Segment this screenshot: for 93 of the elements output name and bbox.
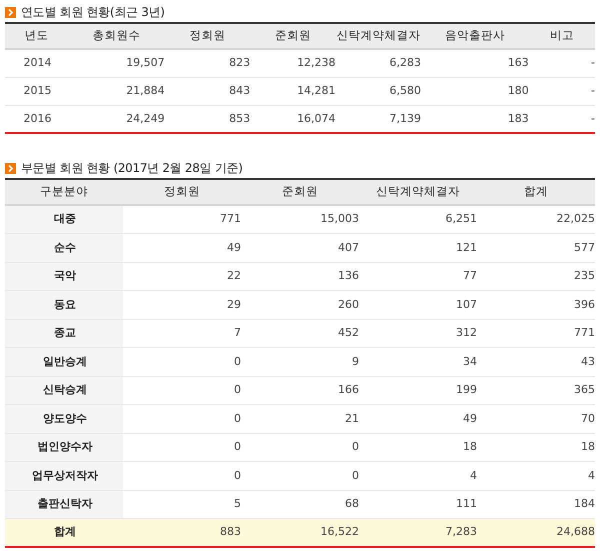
table-cell: 22,025 bbox=[477, 205, 595, 234]
table-cell: 6,283 bbox=[336, 49, 421, 77]
column-header: 신탁계약체결자 bbox=[336, 23, 421, 49]
table-cell: 843 bbox=[164, 77, 250, 105]
table-cell: 199 bbox=[359, 376, 477, 404]
table-cell: 7,139 bbox=[336, 105, 421, 133]
row-header: 동요 bbox=[5, 290, 123, 319]
column-header: 준회원 bbox=[250, 23, 336, 49]
table-cell: 15,003 bbox=[241, 205, 359, 234]
table-cell: 24,249 bbox=[68, 105, 165, 133]
table-cell: 21 bbox=[241, 404, 359, 433]
column-header: 신탁계약체결자 bbox=[359, 179, 477, 205]
table-cell: 4 bbox=[359, 462, 477, 490]
section-title: 연도별 회원 현황(최근 3년) bbox=[21, 4, 165, 21]
table-cell: - bbox=[528, 77, 595, 105]
table-cell: 43 bbox=[477, 348, 595, 376]
table-cell: 771 bbox=[123, 205, 241, 234]
table-cell: 260 bbox=[241, 290, 359, 319]
table-cell: 4 bbox=[477, 462, 595, 490]
table-cell: 16,074 bbox=[250, 105, 336, 133]
table-cell: 180 bbox=[421, 77, 529, 105]
table-cell: 235 bbox=[477, 262, 595, 290]
table-cell: 365 bbox=[477, 376, 595, 404]
table-cell: 21,884 bbox=[68, 77, 165, 105]
table-cell: 6,251 bbox=[359, 205, 477, 234]
table-cell: 0 bbox=[241, 462, 359, 490]
table-cell: 107 bbox=[359, 290, 477, 319]
row-header: 순수 bbox=[5, 234, 123, 262]
table-cell: 49 bbox=[123, 234, 241, 262]
row-header: 법인양수자 bbox=[5, 433, 123, 462]
table-cell: 34 bbox=[359, 348, 477, 376]
table-cell: 0 bbox=[123, 404, 241, 433]
column-header: 총회원수 bbox=[68, 23, 165, 49]
table-cell: 29 bbox=[123, 290, 241, 319]
table-cell: - bbox=[528, 49, 595, 77]
table-cell: 16,522 bbox=[241, 518, 359, 547]
chevron-icon bbox=[5, 6, 16, 18]
table-cell: 823 bbox=[164, 49, 250, 77]
table-cell: 2014 bbox=[5, 49, 68, 77]
table-cell: 18 bbox=[477, 433, 595, 462]
table-cell: 0 bbox=[123, 348, 241, 376]
table-cell: 0 bbox=[241, 433, 359, 462]
row-header: 대중 bbox=[5, 205, 123, 234]
table-cell: 70 bbox=[477, 404, 595, 433]
row-header: 업무상저작자 bbox=[5, 462, 123, 490]
column-header: 준회원 bbox=[241, 179, 359, 205]
table-cell: 577 bbox=[477, 234, 595, 262]
table-cell: 9 bbox=[241, 348, 359, 376]
table-cell: 121 bbox=[359, 234, 477, 262]
column-header: 정회원 bbox=[164, 23, 250, 49]
table-cell: 771 bbox=[477, 319, 595, 348]
row-header: 양도양수 bbox=[5, 404, 123, 433]
column-header: 음악출판사 bbox=[421, 23, 529, 49]
column-header: 비고 bbox=[528, 23, 595, 49]
table-cell: 396 bbox=[477, 290, 595, 319]
table-cell: 166 bbox=[241, 376, 359, 404]
table-cell: 183 bbox=[421, 105, 529, 133]
table-cell: 2015 bbox=[5, 77, 68, 105]
table-cell: 452 bbox=[241, 319, 359, 348]
row-header: 신탁승계 bbox=[5, 376, 123, 404]
table-cell: - bbox=[528, 105, 595, 133]
column-header: 구분분야 bbox=[5, 179, 123, 205]
table-cell: 407 bbox=[241, 234, 359, 262]
table-cell: 0 bbox=[123, 462, 241, 490]
table-cell: 0 bbox=[123, 376, 241, 404]
row-header: 종교 bbox=[5, 319, 123, 348]
table-cell: 77 bbox=[359, 262, 477, 290]
table-cell: 18 bbox=[359, 433, 477, 462]
table-cell: 853 bbox=[164, 105, 250, 133]
table-cell: 163 bbox=[421, 49, 529, 77]
table-cell: 883 bbox=[123, 518, 241, 547]
table-cell: 6,580 bbox=[336, 77, 421, 105]
chevron-icon bbox=[5, 162, 16, 174]
row-header: 출판신탁자 bbox=[5, 490, 123, 518]
section-title: 부문별 회원 현황 (2017년 2월 28일 기준) bbox=[21, 160, 243, 177]
table-cell: 312 bbox=[359, 319, 477, 348]
column-header: 정회원 bbox=[123, 179, 241, 205]
table-cell: 2016 bbox=[5, 105, 68, 133]
column-header: 합계 bbox=[477, 179, 595, 205]
table-cell: 136 bbox=[241, 262, 359, 290]
table-cell: 12,238 bbox=[250, 49, 336, 77]
table-cell: 0 bbox=[123, 433, 241, 462]
table-cell: 7,283 bbox=[359, 518, 477, 547]
table-cell: 14,281 bbox=[250, 77, 336, 105]
row-header: 국악 bbox=[5, 262, 123, 290]
table-cell: 49 bbox=[359, 404, 477, 433]
table-cell: 22 bbox=[123, 262, 241, 290]
column-header: 년도 bbox=[5, 23, 68, 49]
row-header: 일반승계 bbox=[5, 348, 123, 376]
table-cell: 24,688 bbox=[477, 518, 595, 547]
table-cell: 7 bbox=[123, 319, 241, 348]
total-label: 합계 bbox=[5, 518, 123, 547]
table-cell: 19,507 bbox=[68, 49, 165, 77]
